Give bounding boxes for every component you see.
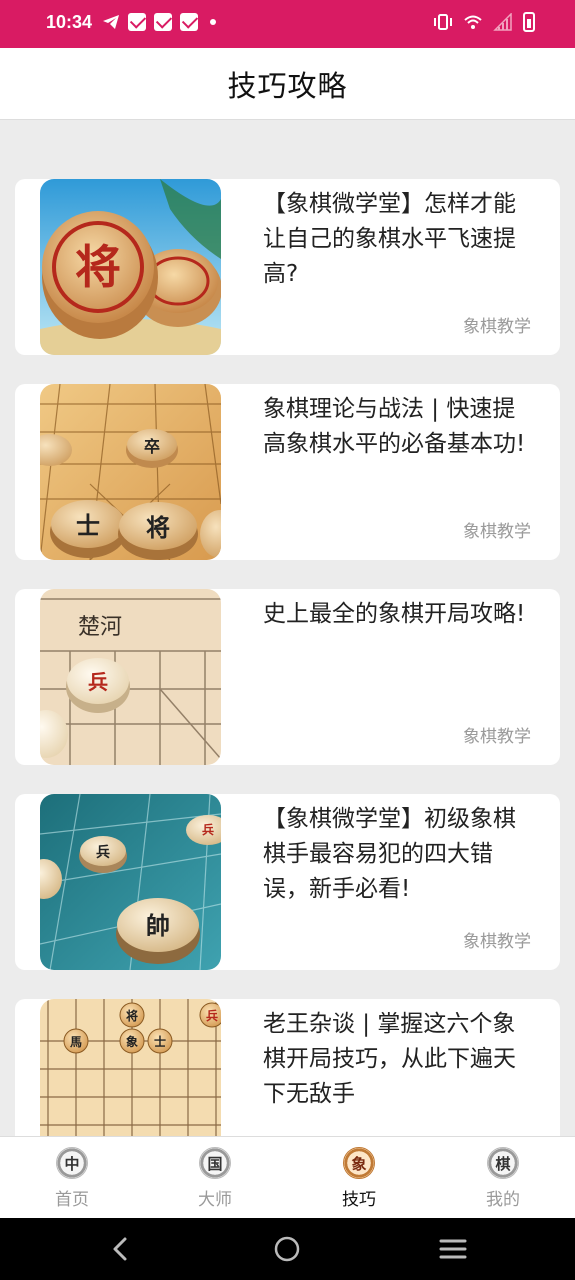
nav-item-masters[interactable]: 国 大师 [155, 1137, 275, 1219]
article-card[interactable]: 卒 士 将 象棋理论与战法 | 快速提高象棋水平的必备基本功! 象棋教学 [15, 384, 560, 560]
svg-text:士: 士 [76, 512, 100, 540]
chess-piece-icon: 中 [56, 1147, 88, 1179]
nav-label-tips: 技巧 [342, 1190, 376, 1210]
article-title: 【象棋微学堂】怎样才能让自己的象棋水平飞速提高? [263, 191, 516, 287]
page-title: 技巧攻略 [227, 68, 348, 103]
vibrate-icon [434, 14, 452, 30]
wifi-icon [464, 15, 482, 29]
battery-icon [523, 12, 535, 32]
svg-text:馬: 馬 [70, 1035, 82, 1049]
status-time: 10:34 [46, 12, 93, 32]
article-thumbnail: 兵 兵 帥 [40, 794, 221, 970]
article-thumbnail: 将 馬 象 士 兵 [40, 999, 221, 1136]
article-title: 史上最全的象棋开局攻略! [263, 601, 526, 627]
chess-piece-icon: 国 [199, 1147, 231, 1179]
system-status-icons [433, 12, 535, 32]
svg-text:楚河: 楚河 [78, 615, 122, 640]
home-icon[interactable] [273, 1235, 301, 1263]
article-tag: 象棋教学 [463, 727, 531, 747]
svg-text:将: 将 [126, 1008, 138, 1023]
mail-icon [180, 13, 198, 31]
signal-icon [493, 13, 512, 31]
mail-icon [154, 13, 172, 31]
svg-text:卒: 卒 [144, 437, 160, 456]
mail-icon [128, 13, 146, 31]
article-card[interactable]: 将 【象棋微学堂】怎样才能让自己的象棋水平飞速提高? 象棋教学 [15, 179, 560, 355]
svg-text:兵: 兵 [88, 670, 108, 694]
article-list[interactable]: 将 【象棋微学堂】怎样才能让自己的象棋水平飞速提高? 象棋教学 卒 士 将 象棋… [0, 120, 575, 1136]
svg-text:将: 将 [146, 514, 170, 542]
dot-icon [210, 19, 216, 25]
svg-text:将: 将 [75, 240, 121, 294]
article-card[interactable]: 兵 兵 帥 【象棋微学堂】初级象棋棋手最容易犯的四大错误，新手必看! 象棋教学 [15, 794, 560, 970]
status-bar: 10:34 [0, 0, 575, 48]
article-tag: 象棋教学 [463, 317, 531, 337]
svg-text:兵: 兵 [206, 1008, 218, 1023]
telegram-icon [103, 15, 119, 29]
article-title: 象棋理论与战法 | 快速提高象棋水平的必备基本功! [263, 396, 526, 457]
nav-item-tips[interactable]: 象 技巧 [299, 1137, 419, 1219]
svg-text:士: 士 [154, 1034, 166, 1049]
svg-text:象: 象 [126, 1034, 138, 1049]
article-thumbnail: 卒 士 将 [40, 384, 221, 560]
chess-piece-icon: 象 [343, 1147, 375, 1179]
svg-text:兵: 兵 [96, 844, 110, 861]
article-title: 老王杂谈 | 掌握这六个象棋开局技巧，从此下遍天下无敌手 [263, 1011, 516, 1107]
svg-text:兵: 兵 [202, 822, 214, 837]
nav-label-home: 首页 [55, 1190, 89, 1210]
nav-label-masters: 大师 [198, 1190, 232, 1210]
nav-item-mine[interactable]: 棋 我的 [443, 1137, 563, 1219]
article-thumbnail: 楚河 兵 [40, 589, 221, 765]
app-header: 技巧攻略 [0, 48, 575, 120]
back-icon[interactable] [108, 1236, 134, 1262]
nav-label-mine: 我的 [486, 1190, 520, 1210]
article-tag: 象棋教学 [463, 932, 531, 952]
svg-text:帥: 帥 [146, 912, 170, 940]
system-navigation-bar [0, 1218, 575, 1280]
recents-icon[interactable] [439, 1237, 467, 1261]
article-card[interactable]: 楚河 兵 史上最全的象棋开局攻略! 象棋教学 [15, 589, 560, 765]
notification-icons [102, 13, 216, 31]
article-thumbnail: 将 [40, 179, 221, 355]
article-title: 【象棋微学堂】初级象棋棋手最容易犯的四大错误，新手必看! [263, 806, 516, 902]
chess-piece-icon: 棋 [487, 1147, 519, 1179]
nav-item-home[interactable]: 中 首页 [12, 1137, 132, 1219]
article-tag: 象棋教学 [463, 522, 531, 542]
article-card[interactable]: 将 馬 象 士 兵 老王杂谈 | 掌握这六个象棋开局技巧，从此下遍天下无敌手 [15, 999, 560, 1136]
bottom-navigation: 中 首页 国 大师 象 技巧 棋 我的 [0, 1136, 575, 1218]
